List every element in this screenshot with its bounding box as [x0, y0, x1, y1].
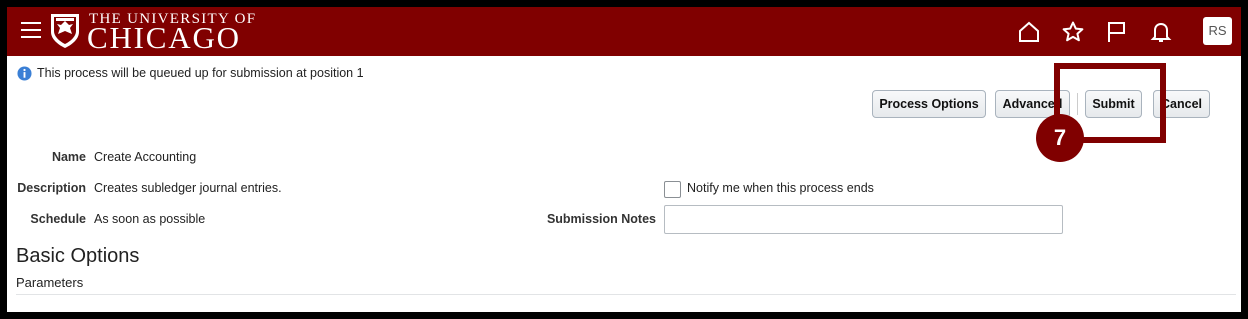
brand-line-2: CHICAGO — [87, 20, 241, 55]
name-label: Name — [51, 150, 86, 164]
section-divider — [16, 294, 1236, 295]
notify-checkbox-label: Notify me when this process ends — [687, 181, 874, 195]
app-window: THE UNIVERSITY OF CHICAGO RS This proces… — [7, 7, 1241, 312]
watchlist-flag-icon[interactable] — [1105, 20, 1129, 44]
schedule-value: As soon as possible — [94, 212, 206, 226]
info-icon — [17, 66, 32, 81]
submission-notes-input[interactable] — [664, 205, 1063, 234]
info-message: This process will be queued up for submi… — [37, 66, 364, 80]
submission-notes-label: Submission Notes — [546, 212, 656, 226]
description-label: Description — [17, 181, 86, 195]
favorites-star-icon[interactable] — [1061, 20, 1085, 44]
menu-icon[interactable] — [21, 22, 41, 40]
description-value: Creates subledger journal entries. — [94, 181, 282, 195]
notify-checkbox[interactable] — [664, 181, 681, 198]
basic-options-heading: Basic Options — [16, 245, 140, 267]
user-avatar[interactable]: RS — [1203, 17, 1232, 45]
schedule-label: Schedule — [30, 212, 86, 226]
university-crest-logo — [51, 14, 79, 48]
process-options-button[interactable]: Process Options — [872, 90, 986, 118]
home-icon[interactable] — [1017, 20, 1041, 44]
parameters-subheading: Parameters — [16, 275, 84, 290]
global-header: THE UNIVERSITY OF CHICAGO RS — [7, 7, 1241, 56]
name-value: Create Accounting — [94, 150, 197, 164]
notifications-bell-icon[interactable] — [1149, 20, 1173, 44]
step-number-badge: 7 — [1036, 114, 1084, 162]
